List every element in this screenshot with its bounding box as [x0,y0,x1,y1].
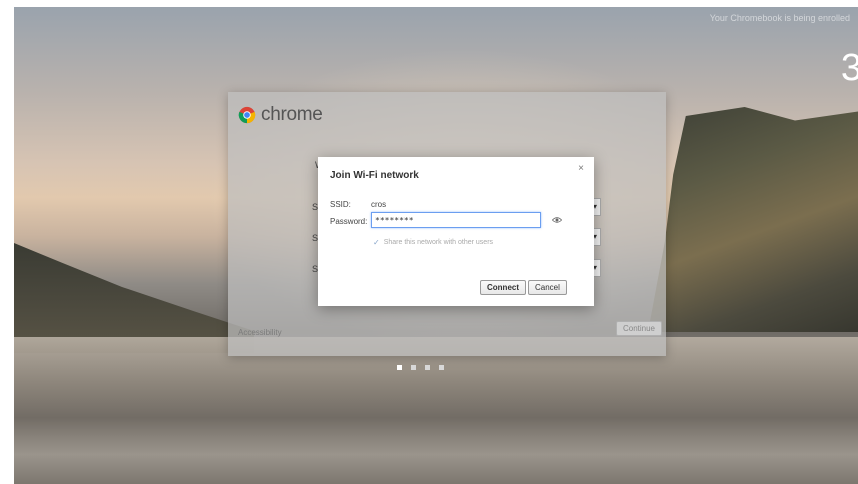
ssid-value: cros [371,200,387,209]
cancel-button[interactable]: Cancel [528,280,567,295]
chrome-logo-icon [238,106,256,124]
share-network-option[interactable]: ✓ Share this network with other users [373,238,493,247]
close-icon[interactable]: × [578,163,584,174]
brand: chrome [238,104,323,126]
desktop-screen: Your Chromebook is being enrolled 3 chro… [14,7,858,484]
accessibility-link[interactable]: Accessibility [238,328,282,337]
join-wifi-dialog: Join Wi-Fi network × SSID: cros Password… [318,157,594,306]
step-dot [411,365,416,370]
password-input[interactable] [371,212,541,228]
step-indicator [397,365,444,370]
checkbox-icon[interactable]: ✓ [373,238,380,247]
eye-icon[interactable] [552,216,562,224]
connect-button[interactable]: Connect [480,280,526,295]
wallpaper-lake [14,337,858,484]
continue-button[interactable]: Continue [615,321,662,336]
brand-wordmark: chrome [261,104,323,125]
ssid-label: SSID: [330,200,351,209]
status-banner: Your Chromebook is being enrolled [709,13,850,23]
share-network-label: Share this network with other users [383,239,494,246]
dialog-title: Join Wi-Fi network [330,170,419,181]
password-label: Password: [330,217,368,226]
step-dot [397,365,402,370]
step-dot [425,365,430,370]
step-dot [439,365,444,370]
clock: 3 [840,47,858,89]
